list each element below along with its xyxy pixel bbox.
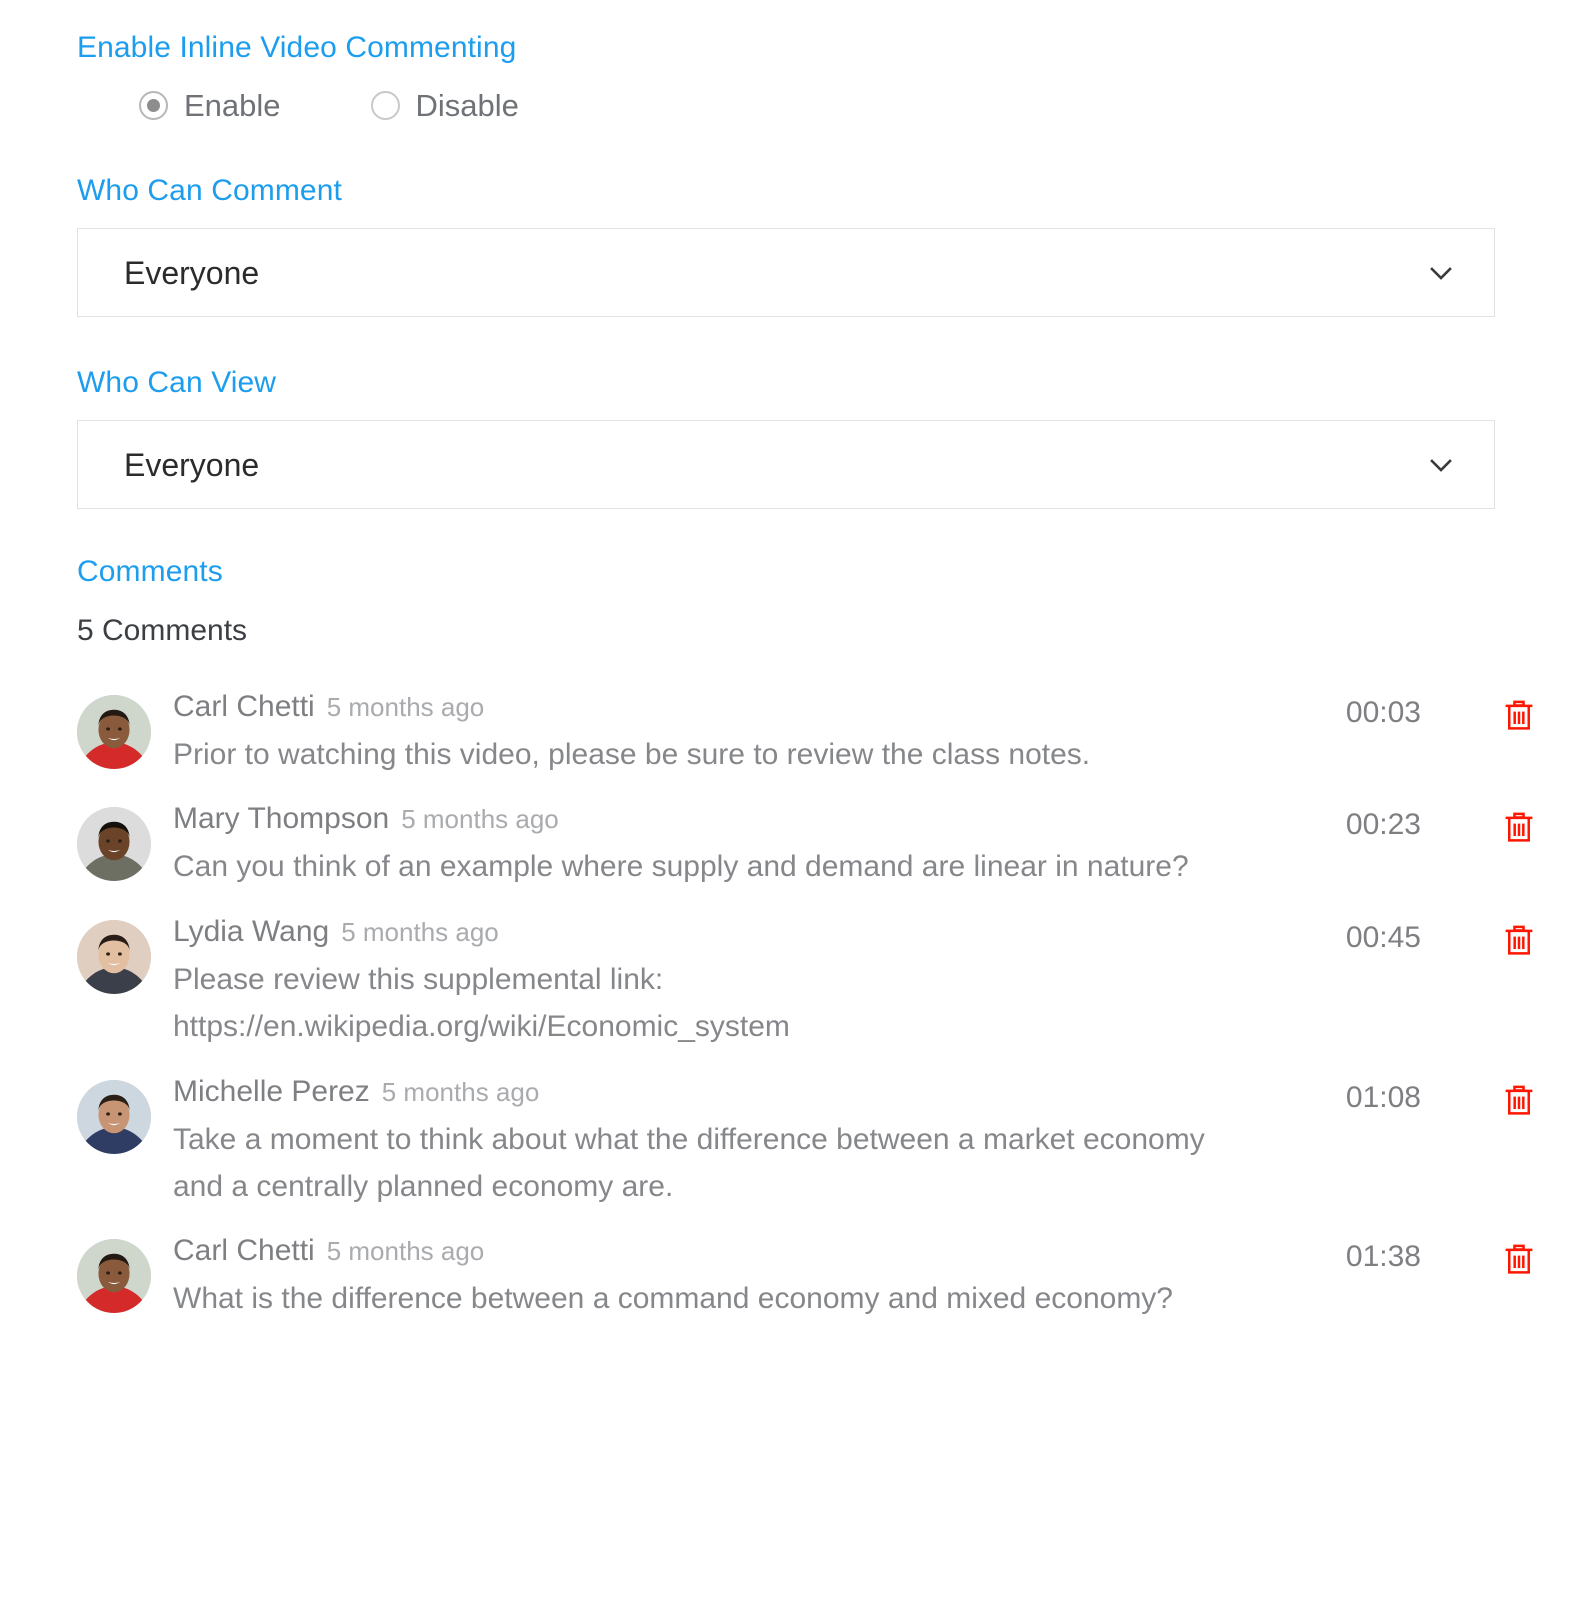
radio-enable-label: Enable [184, 88, 281, 123]
michelle-perez-avatar [77, 1079, 151, 1154]
comment-text: Prior to watching this video, please be … [173, 738, 1091, 771]
comment-list: Carl Chetti 5 months ago Prior to watchi… [77, 692, 1539, 1323]
comment-item-5: Carl Chetti 5 months ago What is the dif… [77, 1236, 1539, 1322]
comment-meta: 01:38 [1301, 1236, 1539, 1276]
comment-video-timestamp: 01:08 [1345, 1080, 1421, 1114]
delete-comment-button[interactable] [1499, 810, 1539, 844]
comment-time-ago: 5 months ago [401, 804, 559, 835]
radio-disable-indicator[interactable] [370, 91, 400, 120]
comment-meta: 01:08 [1301, 1077, 1539, 1117]
comment-time-ago: 5 months ago [341, 916, 499, 947]
who-can-comment-label: Who Can Comment [77, 174, 342, 207]
comment-text: Take a moment to think about what the di… [173, 1122, 1205, 1203]
comment-time-ago: 5 months ago [326, 692, 485, 722]
carl-chetti-avatar [77, 1239, 151, 1314]
delete-comment-button[interactable] [1499, 698, 1539, 732]
inline-commenting-radio-group: Enable Disable [77, 90, 1539, 121]
who-can-view-select[interactable]: Everyone [77, 420, 1495, 509]
trash-icon [1503, 698, 1535, 732]
comment-meta: 00:03 [1301, 692, 1539, 732]
comment-header: Lydia Wang 5 months ago [173, 914, 1281, 948]
radio-enable-indicator[interactable] [139, 91, 168, 120]
chevron-down-icon [1428, 260, 1454, 286]
who-can-view-label: Who Can View [77, 366, 277, 399]
comments-count: 5 Comments [77, 614, 248, 647]
comment-meta: 00:45 [1301, 917, 1539, 957]
comment-header: Mary Thompson 5 months ago [173, 804, 1281, 834]
comment-item-1: Carl Chetti 5 months ago Prior to watchi… [77, 692, 1539, 778]
comment-body: Lydia Wang 5 months ago Please review th… [173, 914, 1301, 1051]
comment-header: Carl Chetti 5 months ago [173, 1236, 1281, 1266]
comment-body: Mary Thompson 5 months ago Can you think… [173, 804, 1301, 890]
comment-text: Please review this supplemental link: ht… [173, 962, 790, 1044]
delete-comment-button[interactable] [1499, 1242, 1539, 1276]
trash-icon [1503, 810, 1535, 844]
comment-author: Mary Thompson [173, 802, 390, 836]
comment-author: Michelle Perez [173, 1074, 370, 1108]
comment-author: Carl Chetti [173, 1234, 315, 1268]
comment-time-ago: 5 months ago [381, 1076, 540, 1107]
who-can-comment-value: Everyone [124, 254, 260, 291]
comment-text: Can you think of an example where supply… [173, 850, 1189, 884]
chevron-down-icon [1428, 452, 1454, 478]
comment-text: What is the difference between a command… [173, 1282, 1173, 1316]
comment-item-4: Michelle Perez 5 months ago Take a momen… [77, 1074, 1539, 1211]
lydia-wang-avatar [77, 919, 151, 994]
comment-video-timestamp: 00:23 [1345, 808, 1421, 842]
comment-header: Carl Chetti 5 months ago [173, 692, 1281, 722]
comments-section: Comments 5 Comments Carl Chetti 5 months… [77, 554, 1539, 1323]
comment-video-timestamp: 00:03 [1345, 696, 1421, 729]
inline-commenting-field: Enable Inline Video Commenting Enable Di… [77, 30, 1539, 121]
comment-video-timestamp: 01:38 [1345, 1240, 1421, 1274]
comment-body: Carl Chetti 5 months ago Prior to watchi… [173, 692, 1301, 778]
delete-comment-button[interactable] [1499, 1083, 1539, 1117]
comment-body: Michelle Perez 5 months ago Take a momen… [173, 1074, 1301, 1211]
who-can-comment-field: Who Can Comment Everyone [77, 173, 1539, 317]
mary-thompson-avatar [77, 807, 151, 882]
comment-author: Lydia Wang [173, 914, 330, 948]
who-can-comment-select[interactable]: Everyone [77, 228, 1495, 317]
comment-item-2: Mary Thompson 5 months ago Can you think… [77, 804, 1539, 890]
radio-option-enable[interactable]: Enable [139, 90, 281, 121]
comment-body: Carl Chetti 5 months ago What is the dif… [173, 1236, 1301, 1322]
comment-item-3: Lydia Wang 5 months ago Please review th… [77, 914, 1539, 1051]
radio-disable-label: Disable [415, 88, 519, 123]
who-can-view-value: Everyone [124, 446, 260, 483]
comment-time-ago: 5 months ago [326, 1236, 485, 1267]
trash-icon [1503, 1242, 1535, 1276]
inline-commenting-label: Enable Inline Video Commenting [77, 31, 517, 64]
delete-comment-button[interactable] [1499, 923, 1539, 957]
comment-header: Michelle Perez 5 months ago [173, 1074, 1281, 1108]
comment-meta: 00:23 [1301, 804, 1539, 844]
comment-author: Carl Chetti [173, 690, 315, 723]
trash-icon [1503, 923, 1535, 957]
radio-option-disable[interactable]: Disable [370, 88, 519, 123]
settings-panel: Enable Inline Video Commenting Enable Di… [0, 0, 1594, 1607]
who-can-view-field: Who Can View Everyone [77, 365, 1539, 509]
carl-chetti-avatar [77, 695, 151, 769]
comment-video-timestamp: 00:45 [1345, 920, 1421, 954]
comments-label: Comments [77, 555, 223, 588]
trash-icon [1503, 1083, 1535, 1117]
